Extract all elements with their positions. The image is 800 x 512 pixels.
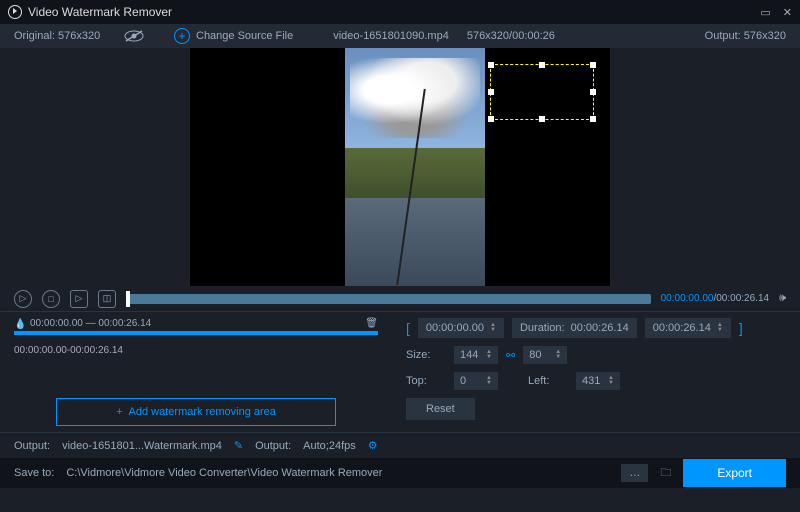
link-icon[interactable]: ⚯ xyxy=(506,349,515,362)
segment-range: 00:00:00.00 — 00:00:26.14 xyxy=(30,318,151,329)
handle-tm[interactable] xyxy=(539,62,545,68)
step-button[interactable]: ▷ xyxy=(70,290,88,308)
handle-bl[interactable] xyxy=(488,116,494,122)
timeline-track[interactable] xyxy=(126,294,651,304)
handle-tl[interactable] xyxy=(488,62,494,68)
handle-ml[interactable] xyxy=(488,89,494,95)
bracket-left-icon[interactable]: [ xyxy=(406,320,410,336)
reset-button[interactable]: Reset xyxy=(406,398,475,420)
output-format: Auto;24fps xyxy=(303,440,356,452)
segment-bar[interactable] xyxy=(14,331,378,335)
info-bar: Original: 576x320 + Change Source File v… xyxy=(0,24,800,48)
height-input[interactable]: 80▲▼ xyxy=(523,346,567,364)
export-button[interactable]: Export xyxy=(683,459,786,487)
segments-panel: 💧 00:00:00.00 — 00:00:26.14 🗑 00:00:00.0… xyxy=(0,312,392,432)
segment-time: 00:00:00.00-00:00:26.14 xyxy=(14,345,378,356)
minimize-icon[interactable]: ▭ xyxy=(760,6,770,19)
source-fileinfo: 576x320/00:00:26 xyxy=(467,30,555,42)
video-frame[interactable] xyxy=(190,48,610,286)
output-dim-label: Output: 576x320 xyxy=(705,30,786,42)
edit-filename-icon[interactable]: ✎ xyxy=(234,439,243,452)
handle-bm[interactable] xyxy=(539,116,545,122)
stop-button[interactable]: □ xyxy=(42,290,60,308)
save-path: C:\Vidmore\Vidmore Video Converter\Video… xyxy=(66,467,609,479)
handle-mr[interactable] xyxy=(590,89,596,95)
bracket-right-icon[interactable]: ] xyxy=(739,320,743,336)
left-input[interactable]: 431▲▼ xyxy=(576,372,620,390)
playback-bar: ▷ □ ▷ ◫ 00:00:00.00/00:00:26.14 🕪 xyxy=(0,286,800,312)
size-label: Size: xyxy=(406,349,446,361)
preview-area xyxy=(0,48,800,286)
play-button[interactable]: ▷ xyxy=(14,290,32,308)
browse-button[interactable]: … xyxy=(621,464,648,482)
top-label: Top: xyxy=(406,375,446,387)
width-input[interactable]: 144▲▼ xyxy=(454,346,498,364)
app-title: Video Watermark Remover xyxy=(28,5,760,19)
handle-tr[interactable] xyxy=(590,62,596,68)
app-logo-icon xyxy=(8,5,22,19)
title-bar: Video Watermark Remover ▭ ✕ xyxy=(0,0,800,24)
drop-icon: 💧 xyxy=(14,319,24,329)
close-icon[interactable]: ✕ xyxy=(783,6,792,19)
time-display: 00:00:00.00/00:00:26.14 xyxy=(661,293,769,304)
save-bar: Save to: C:\Vidmore\Vidmore Video Conver… xyxy=(0,458,800,488)
delete-segment-icon[interactable]: 🗑 xyxy=(365,318,378,329)
add-area-button[interactable]: +Add watermark removing area xyxy=(56,398,336,426)
end-time-input[interactable]: 00:00:26.14▲▼ xyxy=(645,318,731,338)
add-source-icon[interactable]: + xyxy=(174,28,190,44)
source-filename: video-1651801090.mp4 xyxy=(333,30,449,42)
save-to-label: Save to: xyxy=(14,467,54,479)
mark-button[interactable]: ◫ xyxy=(98,290,116,308)
change-source-button[interactable]: Change Source File xyxy=(196,30,293,42)
settings-icon[interactable]: ⚙ xyxy=(368,439,378,452)
handle-br[interactable] xyxy=(590,116,596,122)
output-label-2: Output: xyxy=(255,440,291,452)
output-label-1: Output: xyxy=(14,440,50,452)
timeline-thumb[interactable] xyxy=(126,291,130,307)
output-settings-bar: Output: video-1651801...Watermark.mp4 ✎ … xyxy=(0,432,800,458)
duration-input[interactable]: Duration:00:00:26.14 xyxy=(512,318,637,338)
selection-box[interactable] xyxy=(490,64,594,120)
window-controls: ▭ ✕ xyxy=(760,6,792,19)
properties-panel: [ 00:00:00.00▲▼ Duration:00:00:26.14 00:… xyxy=(392,312,800,432)
preview-toggle-icon[interactable] xyxy=(124,30,144,42)
left-label: Left: xyxy=(528,375,568,387)
original-label: Original: 576x320 xyxy=(14,30,124,42)
top-input[interactable]: 0▲▼ xyxy=(454,372,498,390)
open-folder-icon[interactable]: 🗀 xyxy=(660,464,671,483)
output-filename: video-1651801...Watermark.mp4 xyxy=(62,440,222,452)
volume-icon[interactable]: 🕪 xyxy=(779,292,786,305)
start-time-input[interactable]: 00:00:00.00▲▼ xyxy=(418,318,504,338)
segment-row[interactable]: 💧 00:00:00.00 — 00:00:26.14 🗑 xyxy=(14,318,378,329)
